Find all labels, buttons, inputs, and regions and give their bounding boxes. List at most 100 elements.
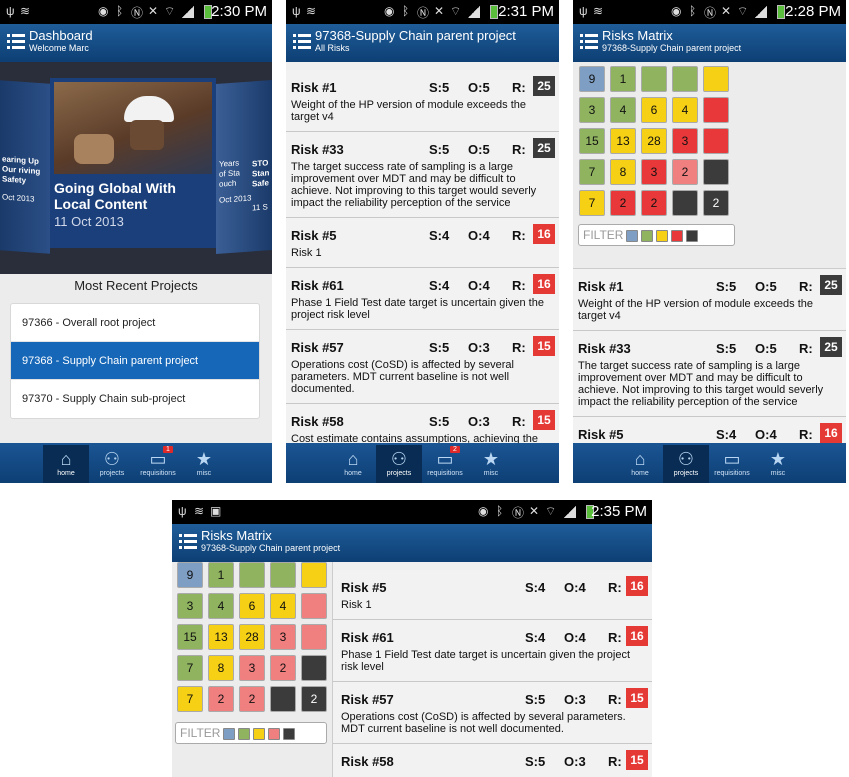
filter-swatch-red[interactable] (671, 229, 684, 242)
matrix-cell[interactable] (672, 190, 698, 216)
matrix-cell[interactable]: 2 (208, 686, 234, 712)
featured-news-card[interactable]: Going Global With Local Content 11 Oct 2… (50, 78, 216, 248)
tab-requisitions[interactable]: ▭ requisitions 2 (422, 445, 468, 483)
risk-list[interactable]: Risk #1 S:5 O:5 R: 25 Weight of the HP versio… (286, 62, 559, 443)
filter-swatch-green[interactable] (238, 727, 251, 740)
matrix-cell[interactable]: 2 (703, 190, 729, 216)
matrix-cell[interactable]: 3 (270, 624, 296, 650)
filter-swatch-red[interactable] (268, 727, 281, 740)
filter-swatch-dark[interactable] (283, 727, 296, 740)
matrix-cell[interactable]: 4 (610, 97, 636, 123)
risk-item[interactable]: Risk #61 S:4 O:4 R: 16 Phase 1 Field Test dat… (333, 620, 652, 682)
matrix-cell[interactable] (703, 128, 729, 154)
tab-requisitions[interactable]: ▭ requisitions (709, 445, 755, 483)
tab-home[interactable]: ⌂ home (43, 445, 89, 483)
matrix-cell[interactable] (270, 562, 296, 588)
filter-swatch-blue[interactable] (223, 727, 236, 740)
matrix-cell[interactable]: 2 (239, 686, 265, 712)
matrix-cell[interactable]: 2 (672, 159, 698, 185)
risk-item[interactable]: Risk #33 S:5 O:5 R: 25 The target success rat… (573, 331, 846, 417)
filter-bar[interactable]: FILTER (175, 722, 327, 744)
matrix-cell[interactable] (239, 562, 265, 588)
tab-requisitions[interactable]: ▭ requisitions 1 (135, 445, 181, 483)
tab-home[interactable]: ⌂ home (330, 445, 376, 483)
risk-item[interactable]: Risk #5 S:4 O:4 R: 16 (573, 417, 846, 443)
filter-swatch-yellow[interactable] (656, 229, 669, 242)
risk-item[interactable]: Risk #1 S:5 O:5 R: 25 Weight of the HP versio… (573, 269, 846, 331)
matrix-cell[interactable]: 3 (641, 159, 667, 185)
matrix-cell[interactable]: 3 (239, 655, 265, 681)
tab-projects[interactable]: ⚇ projects (663, 445, 709, 483)
matrix-cell[interactable]: 15 (177, 624, 203, 650)
matrix-cell[interactable]: 28 (641, 128, 667, 154)
risk-item[interactable]: Risk #1 S:5 O:5 R: 25 Weight of the HP versio… (286, 70, 559, 132)
matrix-cell[interactable] (703, 97, 729, 123)
matrix-cell[interactable] (301, 562, 327, 588)
menu-icon[interactable] (179, 533, 197, 551)
news-carousel[interactable]: earing Up Our riving Safety Oct 2013 Yea… (0, 62, 272, 274)
matrix-cell[interactable]: 2 (270, 655, 296, 681)
project-item-selected[interactable]: 97368 - Supply Chain parent project (11, 342, 259, 380)
matrix-cell[interactable]: 9 (177, 562, 203, 588)
tab-projects[interactable]: ⚇ projects (376, 445, 422, 483)
matrix-cell[interactable] (703, 159, 729, 185)
matrix-cell[interactable]: 2 (610, 190, 636, 216)
tab-misc[interactable]: ★ misc (755, 445, 801, 483)
matrix-cell[interactable] (641, 66, 667, 92)
matrix-cell[interactable] (703, 66, 729, 92)
matrix-cell[interactable]: 3 (177, 593, 203, 619)
matrix-cell[interactable] (301, 593, 327, 619)
matrix-cell[interactable]: 28 (239, 624, 265, 650)
matrix-cell[interactable]: 7 (177, 655, 203, 681)
matrix-cell[interactable]: 4 (270, 593, 296, 619)
tab-home[interactable]: ⌂ home (617, 445, 663, 483)
menu-icon[interactable] (580, 33, 598, 51)
matrix-cell[interactable]: 15 (579, 128, 605, 154)
matrix-cell[interactable] (270, 686, 296, 712)
matrix-cell[interactable]: 7 (177, 686, 203, 712)
risk-item[interactable]: Risk #58 S:5 O:3 R: 15 Cost estimate contains… (286, 404, 559, 443)
risk-item[interactable]: Risk #5 S:4 O:4 R: 16 Risk 1 (286, 218, 559, 268)
matrix-cell[interactable]: 4 (208, 593, 234, 619)
matrix-cell[interactable]: 8 (610, 159, 636, 185)
project-item[interactable]: 97366 - Overall root project (11, 304, 259, 342)
risk-item[interactable]: Risk #57 S:5 O:3 R: 15 Operations cost (CoSD)… (333, 682, 652, 744)
matrix-cell[interactable]: 6 (641, 97, 667, 123)
matrix-cell[interactable]: 3 (579, 97, 605, 123)
project-item[interactable]: 97370 - Supply Chain sub-project (11, 380, 259, 418)
matrix-cell[interactable]: 9 (579, 66, 605, 92)
matrix-cell[interactable]: 1 (610, 66, 636, 92)
matrix-cell[interactable]: 1 (208, 562, 234, 588)
matrix-cell[interactable]: 7 (579, 190, 605, 216)
tab-projects[interactable]: ⚇ projects (89, 445, 135, 483)
menu-icon[interactable] (7, 33, 25, 51)
matrix-cell[interactable]: 13 (208, 624, 234, 650)
news-card-left[interactable]: earing Up Our riving Safety Oct 2013 (0, 80, 50, 254)
filter-swatch-blue[interactable] (626, 229, 639, 242)
matrix-cell[interactable]: 8 (208, 655, 234, 681)
matrix-cell[interactable] (301, 624, 327, 650)
risk-item[interactable]: Risk #58 S:5 O:3 R: 15 (333, 744, 652, 777)
news-card-right[interactable]: Years of Sta ouch Oct 2013 STO Stan Safe… (216, 80, 272, 254)
risk-item[interactable]: Risk #61 S:4 O:4 R: 16 Phase 1 Field Test dat… (286, 268, 559, 330)
matrix-cell[interactable]: 2 (641, 190, 667, 216)
filter-swatch-dark[interactable] (686, 229, 699, 242)
risk-item[interactable]: Risk #57 S:5 O:3 R: 15 Operations cost (CoSD)… (286, 330, 559, 404)
filter-swatch-green[interactable] (641, 229, 654, 242)
tab-misc[interactable]: ★ misc (181, 445, 227, 483)
filter-swatch-yellow[interactable] (253, 727, 266, 740)
risk-list[interactable]: Risk #5 S:4 O:4 R: 16 Risk 1 Risk #61 S:4 O:4 R:… (332, 562, 652, 777)
matrix-cell[interactable]: 13 (610, 128, 636, 154)
menu-icon[interactable] (293, 33, 311, 51)
matrix-cell[interactable] (672, 66, 698, 92)
risk-item[interactable]: Risk #5 S:4 O:4 R: 16 Risk 1 (333, 570, 652, 620)
risk-item[interactable]: Risk #33 S:5 O:5 R: 25 The target success rat… (286, 132, 559, 218)
matrix-cell[interactable]: 2 (301, 686, 327, 712)
tab-misc[interactable]: ★ misc (468, 445, 514, 483)
matrix-cell[interactable]: 7 (579, 159, 605, 185)
risk-list[interactable]: Risk #1 S:5 O:5 R: 25 Weight of the HP versio… (573, 268, 846, 443)
matrix-cell[interactable]: 4 (672, 97, 698, 123)
matrix-cell[interactable] (301, 655, 327, 681)
filter-bar[interactable]: FILTER (578, 224, 735, 246)
matrix-cell[interactable]: 3 (672, 128, 698, 154)
